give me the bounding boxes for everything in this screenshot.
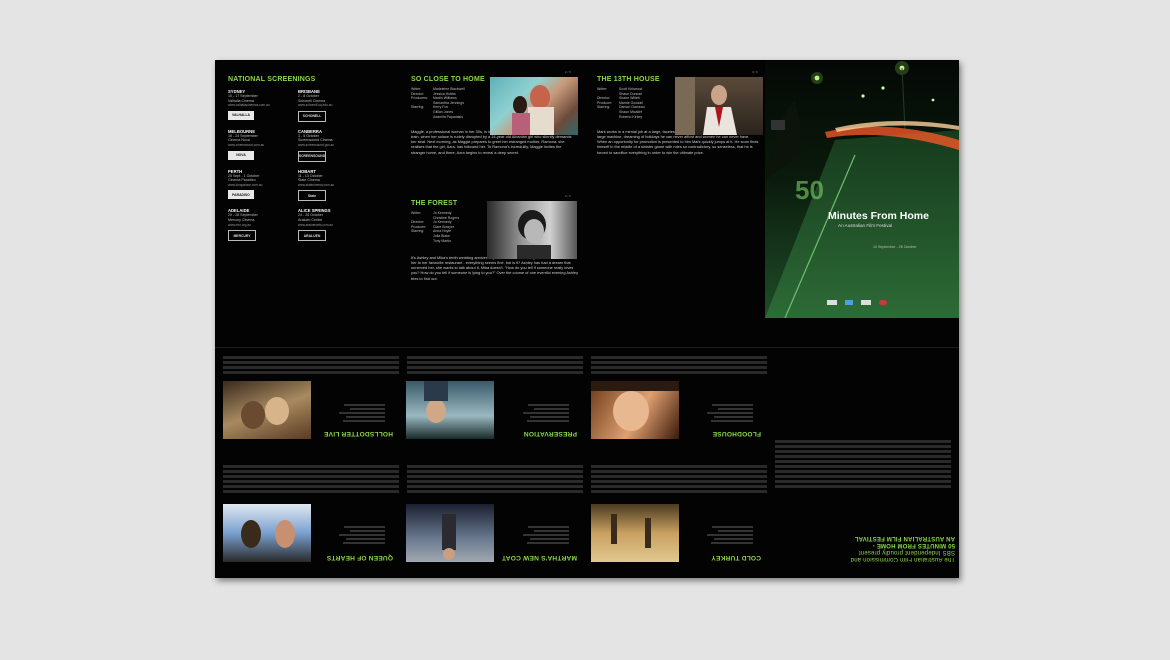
sponsor-logo (827, 300, 837, 305)
city-entry: PERTH 25 Sept - 1 October Cinema Paradiso w… (228, 169, 298, 202)
back-panel-queen-of-hearts: QUEEN OF HEARTS (315, 554, 393, 561)
sponsor-logo (861, 300, 871, 305)
upside-down-intro-text (775, 410, 951, 490)
upside-down-credits (683, 512, 753, 546)
page-number: 2 / 6 (565, 70, 571, 74)
city-entry: MELBOURNE 16 - 24 September Cinema Nova www… (228, 129, 298, 162)
upside-down-credits (315, 390, 385, 424)
film-title: MARTHA'S NEW COAT (501, 554, 577, 561)
upside-down-text-block (591, 352, 767, 376)
page-number: 3 / 6 (752, 70, 758, 74)
film-still-floodhouse (591, 381, 679, 439)
venue-logo: NOVA (228, 150, 254, 160)
upside-down-text-block (591, 455, 767, 495)
city-entry: SYDNEY 10 - 17 September Valhalla Cinema ww… (228, 89, 298, 122)
film-still-so-close-to-home (490, 77, 578, 135)
film-title: HOLLSDOTTER LIVE (323, 430, 393, 437)
screenings-list: SYDNEY 10 - 17 September Valhalla Cinema ww… (228, 89, 388, 242)
venue-logo: MERCURY (228, 230, 256, 242)
upside-down-text-block (407, 352, 583, 376)
back-panel-marthas-new-coat: MARTHA'S NEW COAT (499, 554, 577, 561)
venue-logo: SCREENSOUND (298, 150, 326, 162)
upside-down-credits (315, 512, 385, 546)
city-entry: HOBART 11 - 13 October State Cinema www.sta… (298, 169, 368, 202)
film-still-the-13th-house (675, 77, 763, 135)
cover-title: Minutes From Home (828, 210, 929, 222)
film-title: FLOODHOUSE (712, 430, 761, 437)
national-screenings-panel: NATIONAL SCREENINGS SYDNEY 10 - 17 Septem… (228, 76, 388, 242)
cover-subtitle: An Australian Film Festival (838, 223, 893, 228)
city-entry: ALICE SPRINGS 24 - 26 October Araluen Cent… (298, 208, 368, 242)
fold-line (215, 347, 959, 348)
cover-panel: 50 Minutes From Home An Australian Film … (765, 60, 959, 318)
back-panel-cold-turkey: COLD TURKEY (683, 554, 761, 561)
page-number: 2 / 6 (565, 194, 571, 198)
back-panel-preservation: PRESERVATION (499, 430, 577, 437)
city-entry: BRISBANE 2 - 8 October Schonell Cinema www.… (298, 89, 368, 122)
brochure-sheet: NATIONAL SCREENINGS SYDNEY 10 - 17 Septem… (215, 60, 959, 578)
film-title: QUEEN OF HEARTS (326, 554, 393, 561)
upside-down-text-block (223, 455, 399, 495)
film-still-hollsdotter-live (223, 381, 311, 439)
road-marking: 50 (795, 175, 824, 205)
upside-down-credits (683, 390, 753, 424)
film-title: COLD TURKEY (711, 554, 761, 561)
sponsor-logo (845, 300, 853, 305)
venue-logo: ARALUEN (298, 230, 326, 242)
screenings-heading: NATIONAL SCREENINGS (228, 76, 316, 83)
venue-logo: PARADISO (228, 190, 254, 200)
upside-down-credits (499, 390, 569, 424)
venue-logo: SCHONELL (298, 110, 326, 122)
back-panel-floodhouse: FLOODHOUSE (683, 430, 761, 437)
cover-photo: 50 (765, 60, 959, 318)
film-still-marthas-new-coat (406, 504, 494, 562)
upside-down-text-block (407, 455, 583, 495)
sponsor-logo (879, 300, 887, 305)
film-title: PRESERVATION (523, 430, 577, 437)
upside-down-text-block (223, 352, 399, 376)
venue-logo: State (298, 190, 326, 202)
film-still-queen-of-hearts (223, 504, 311, 562)
back-panel-hollsdotter-live: HOLLSDOTTER LIVE (315, 430, 393, 437)
film-still-cold-turkey (591, 504, 679, 562)
intro-heading: The Australian Film Commission and SBS I… (850, 535, 955, 562)
venue-logo: VALHALLA (228, 110, 254, 120)
film-still-the-forest (487, 201, 577, 259)
upside-down-credits (499, 512, 569, 546)
film-still-preservation (406, 381, 494, 439)
city-entry: CANBERRA 3 - 5 October Screensound Cinema w… (298, 129, 368, 162)
cover-dates: 10 September - 26 October (873, 245, 917, 249)
sponsor-logos (827, 300, 887, 305)
city-entry: ADELAIDE 20 - 28 September Mercury Cinema w… (228, 208, 298, 242)
